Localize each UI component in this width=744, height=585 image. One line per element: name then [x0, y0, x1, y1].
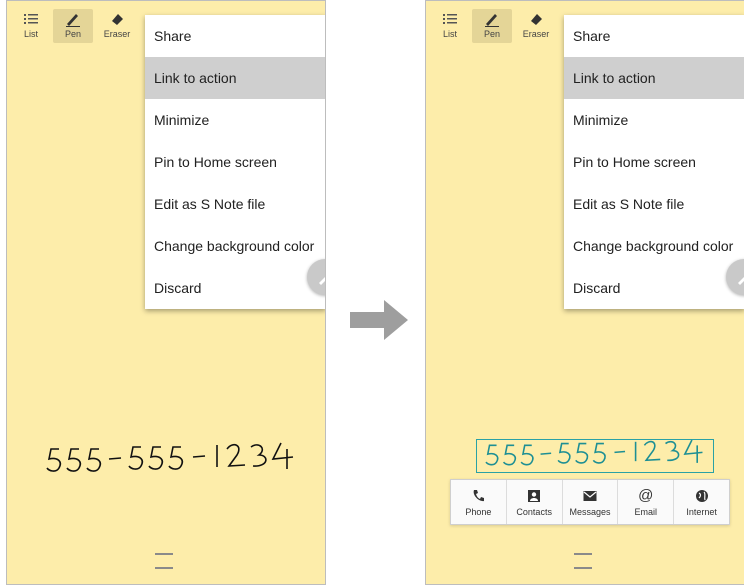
list-tool-button[interactable]: List	[430, 9, 470, 43]
action-email-label: Email	[634, 506, 658, 517]
pen-tool-button[interactable]: Pen	[472, 9, 512, 43]
menu-item-share[interactable]: Share	[564, 15, 744, 57]
messages-icon	[583, 488, 597, 504]
eraser-tool-label: Eraser	[522, 29, 550, 39]
menu-item-pin-to-home[interactable]: Pin to Home screen	[145, 141, 325, 183]
action-internet[interactable]: Internet	[674, 480, 729, 524]
list-tool-label: List	[23, 29, 38, 39]
action-internet-label: Internet	[686, 506, 717, 517]
drag-handle-icon[interactable]	[155, 553, 173, 555]
note-toolbar: List Pen Eraser	[426, 1, 566, 45]
pen-tool-label: Pen	[64, 29, 81, 39]
at-sign-icon: @	[638, 487, 654, 504]
eraser-tool-button[interactable]: Eraser	[516, 9, 556, 43]
action-phone-label: Phone	[465, 506, 492, 517]
screen-after: List Pen Eraser Share Link to action Min…	[425, 0, 744, 585]
action-contacts-label: Contacts	[516, 506, 552, 517]
handwritten-number-selected	[485, 439, 703, 466]
eraser-tool-label: Eraser	[103, 29, 131, 39]
menu-item-edit-as-s-note[interactable]: Edit as S Note file	[564, 183, 744, 225]
list-icon	[24, 9, 38, 29]
handwritten-number	[46, 442, 294, 472]
pen-icon	[65, 9, 81, 29]
menu-item-pin-to-home[interactable]: Pin to Home screen	[564, 141, 744, 183]
edit-fab-button[interactable]	[726, 259, 744, 295]
menu-item-share[interactable]: Share	[145, 15, 325, 57]
menu-item-link-to-action[interactable]: Link to action	[145, 57, 325, 99]
eraser-icon	[109, 9, 125, 29]
menu-item-change-background[interactable]: Change background color	[564, 225, 744, 267]
options-menu: Share Link to action Minimize Pin to Hom…	[564, 15, 744, 309]
action-email[interactable]: @ Email	[618, 480, 675, 524]
drag-handle-icon[interactable]	[155, 567, 173, 569]
pen-icon	[484, 9, 500, 29]
edit-fab-button[interactable]	[307, 259, 325, 295]
pen-tool-button[interactable]: Pen	[53, 9, 93, 43]
action-phone[interactable]: Phone	[451, 480, 507, 524]
menu-item-minimize[interactable]: Minimize	[145, 99, 325, 141]
pencil-icon	[738, 277, 744, 285]
menu-item-minimize[interactable]: Minimize	[564, 99, 744, 141]
drag-handle-icon[interactable]	[574, 567, 592, 569]
menu-item-discard[interactable]: Discard	[145, 267, 325, 309]
options-menu: Share Link to action Minimize Pin to Hom…	[145, 15, 325, 309]
screen-before: List Pen Eraser Share Link to action Min…	[6, 0, 326, 585]
phone-icon	[471, 488, 485, 504]
action-messages-label: Messages	[569, 506, 611, 517]
menu-item-change-background[interactable]: Change background color	[145, 225, 325, 267]
pencil-icon	[319, 277, 325, 285]
list-tool-label: List	[442, 29, 457, 39]
globe-icon	[695, 488, 709, 504]
right-arrow-icon	[350, 298, 410, 347]
list-icon	[443, 9, 457, 29]
eraser-tool-button[interactable]: Eraser	[97, 9, 137, 43]
list-tool-button[interactable]: List	[11, 9, 51, 43]
action-contacts[interactable]: Contacts	[507, 480, 563, 524]
action-messages[interactable]: Messages	[563, 480, 619, 524]
menu-item-edit-as-s-note[interactable]: Edit as S Note file	[145, 183, 325, 225]
pen-tool-label: Pen	[483, 29, 500, 39]
drag-handle-icon[interactable]	[574, 553, 592, 555]
link-action-bar: Phone Contacts Messages @ Email Internet	[450, 479, 730, 525]
contacts-icon	[527, 488, 541, 504]
menu-item-link-to-action[interactable]: Link to action	[564, 57, 744, 99]
note-toolbar: List Pen Eraser	[7, 1, 147, 45]
menu-item-discard[interactable]: Discard	[564, 267, 744, 309]
eraser-icon	[528, 9, 544, 29]
